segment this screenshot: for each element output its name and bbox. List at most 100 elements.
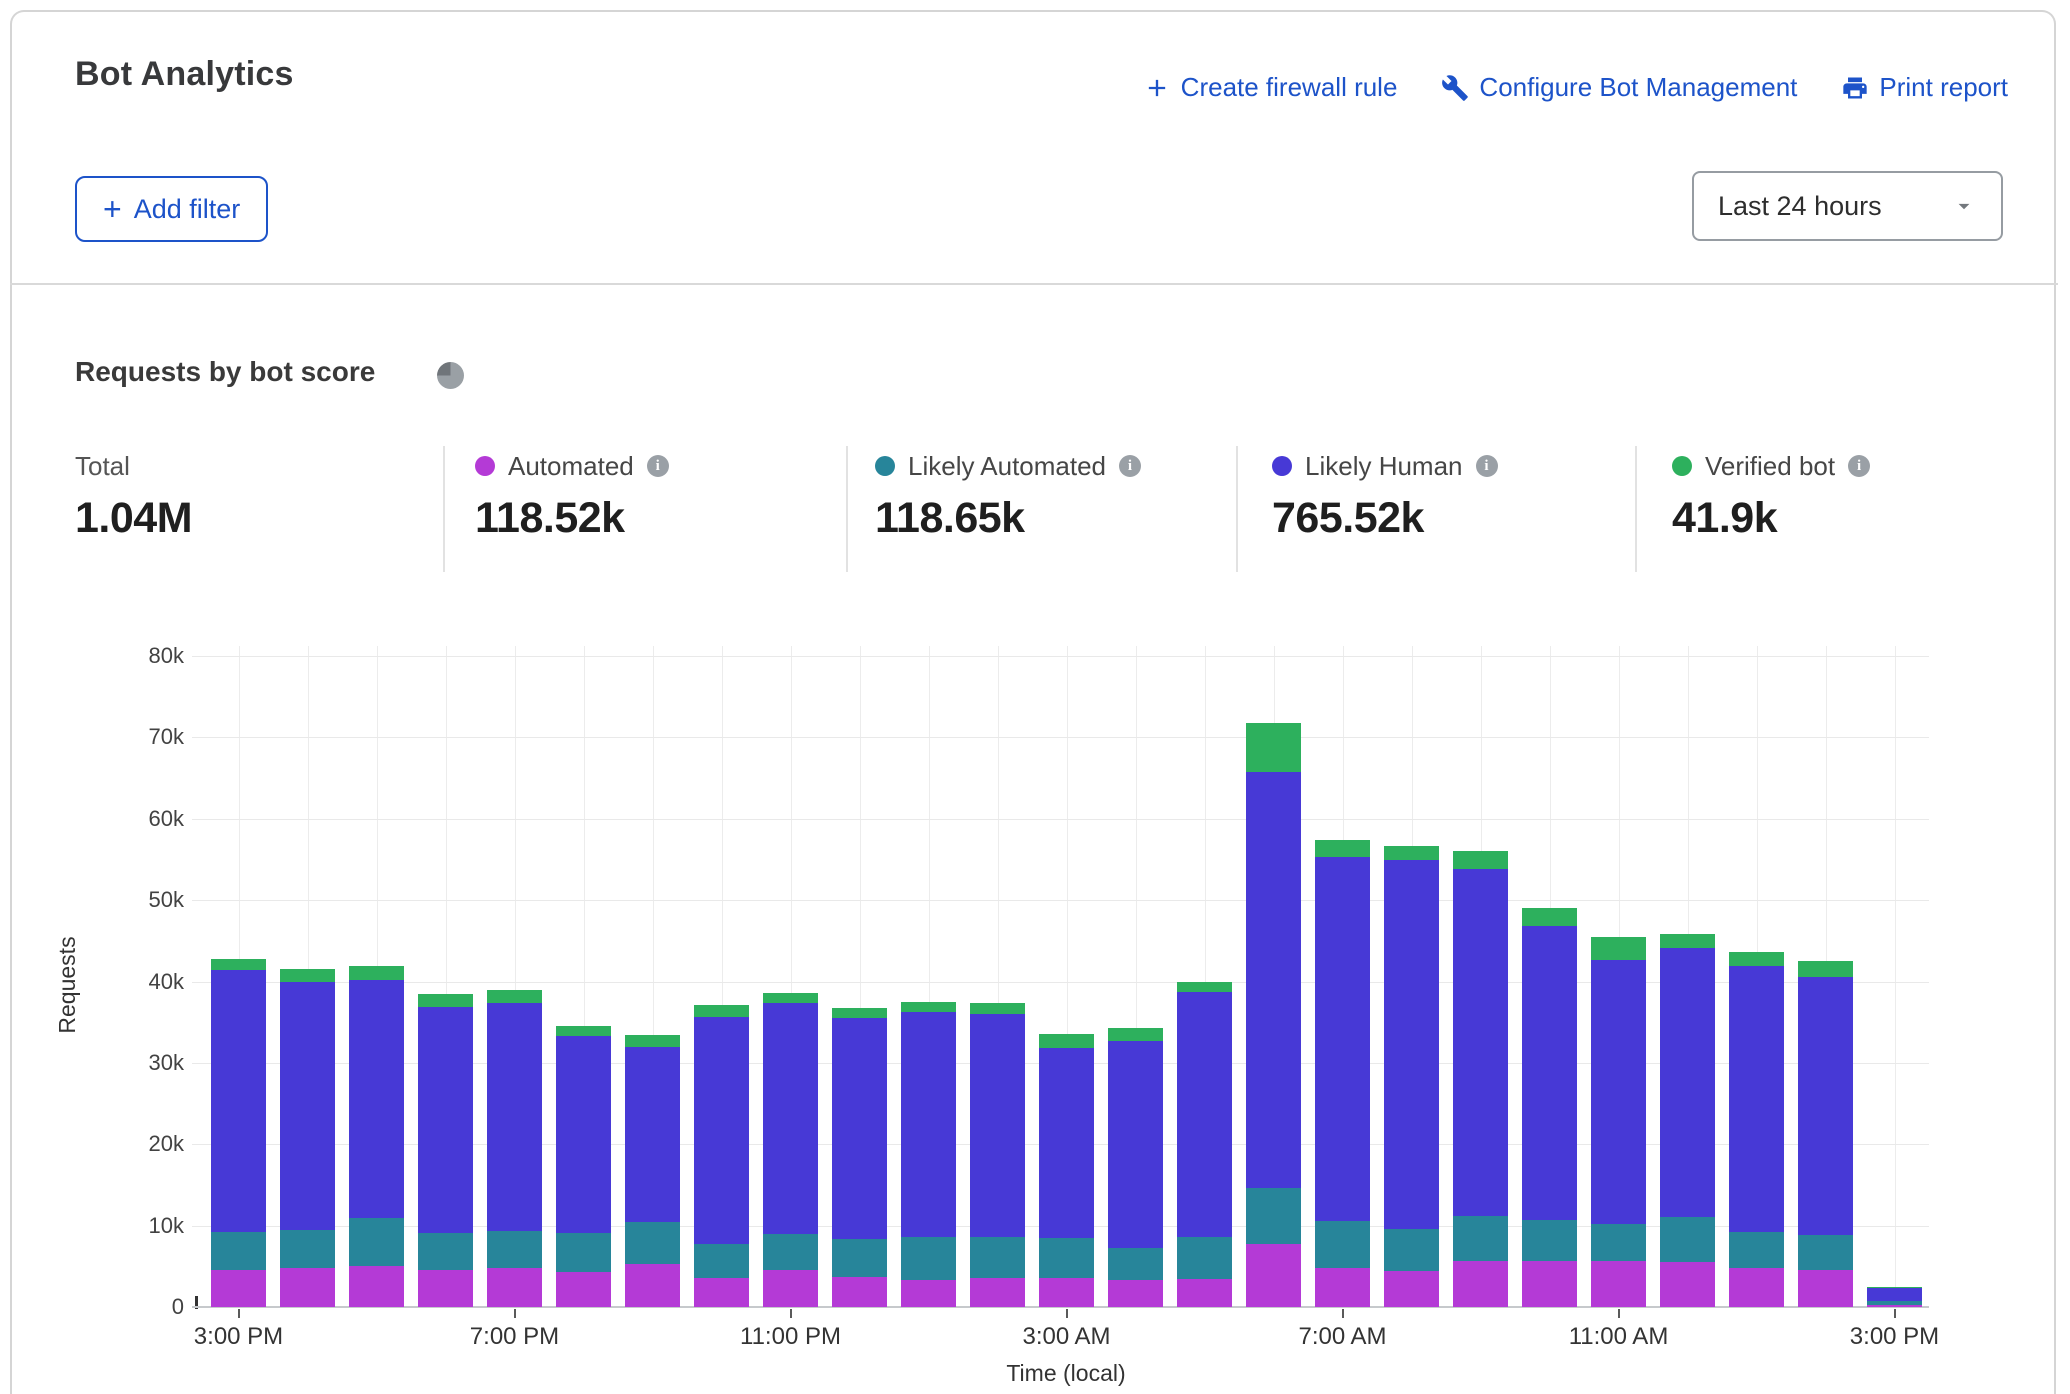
bar-segment-verified-bot bbox=[349, 966, 404, 980]
bar-segment-likely-automated bbox=[832, 1239, 887, 1277]
bar-segment-likely-human bbox=[1798, 977, 1853, 1235]
bar-segment-verified-bot bbox=[1246, 723, 1301, 772]
y-tick-label: 60k bbox=[104, 806, 184, 832]
y-tick-label: 80k bbox=[104, 643, 184, 669]
x-axis-tick bbox=[238, 1309, 240, 1318]
bar-segment-verified-bot bbox=[1591, 937, 1646, 960]
x-tick-label: 3:00 AM bbox=[977, 1323, 1157, 1351]
requests-by-bot-score-chart: 010k20k30k40k50k60k70k80k3:00 PM7:00 PM1… bbox=[204, 656, 1929, 1307]
bar-segment-automated bbox=[349, 1266, 404, 1307]
bar-segment-likely-human bbox=[1177, 992, 1232, 1237]
bar-segment-automated bbox=[763, 1270, 818, 1307]
bar-segment-likely-automated bbox=[763, 1234, 818, 1271]
bar-segment-verified-bot bbox=[1453, 851, 1508, 869]
pie-chart-icon bbox=[437, 362, 464, 389]
info-icon[interactable]: i bbox=[1848, 455, 1870, 477]
bar-segment-verified-bot bbox=[901, 1002, 956, 1012]
bar-segment-likely-human bbox=[763, 1003, 818, 1233]
info-icon[interactable]: i bbox=[647, 455, 669, 477]
bar-segment-verified-bot bbox=[694, 1005, 749, 1017]
bar-segment-likely-automated bbox=[970, 1237, 1025, 1278]
bar-segment-likely-human bbox=[1108, 1041, 1163, 1248]
print-report-link[interactable]: Print report bbox=[1841, 72, 2008, 103]
add-filter-button[interactable]: + Add filter bbox=[75, 176, 268, 242]
y-tick-label: 0 bbox=[104, 1294, 184, 1320]
bar-segment-likely-human bbox=[1039, 1048, 1094, 1238]
stat-verified-bot-value: 41.9k bbox=[1672, 494, 1870, 543]
time-range-dropdown[interactable]: Last 24 hours bbox=[1692, 171, 2003, 241]
x-axis-tick bbox=[1618, 1309, 1620, 1318]
automated-legend-dot bbox=[475, 456, 495, 476]
bar-segment-likely-human bbox=[1729, 966, 1784, 1232]
bar-segment-verified-bot bbox=[1315, 840, 1370, 857]
bar-segment-likely-automated bbox=[1798, 1235, 1853, 1270]
bar-segment-likely-human bbox=[418, 1007, 473, 1233]
stat-verified-bot-label: Verified bot bbox=[1705, 451, 1835, 482]
bar-segment-likely-human bbox=[970, 1014, 1025, 1237]
bar-segment-likely-automated bbox=[625, 1222, 680, 1264]
bar-segment-verified-bot bbox=[1384, 846, 1439, 861]
bar-segment-automated bbox=[1522, 1261, 1577, 1307]
bar-segment-automated bbox=[901, 1280, 956, 1307]
bar-segment-automated bbox=[1315, 1268, 1370, 1307]
bar-segment-verified-bot bbox=[970, 1003, 1025, 1014]
likely-human-legend-dot bbox=[1272, 456, 1292, 476]
verified-bot-legend-dot bbox=[1672, 456, 1692, 476]
bar-segment-likely-automated bbox=[280, 1230, 335, 1268]
bar-segment-automated bbox=[970, 1278, 1025, 1307]
stat-divider bbox=[1236, 446, 1238, 572]
stat-likely-human-label: Likely Human bbox=[1305, 451, 1463, 482]
x-axis-tick bbox=[790, 1309, 792, 1318]
bar-segment-likely-human bbox=[1522, 926, 1577, 1220]
horizontal-gridline bbox=[192, 656, 1929, 657]
bar-segment-automated bbox=[832, 1277, 887, 1307]
stat-total-label: Total bbox=[75, 451, 130, 482]
bar-segment-automated bbox=[1246, 1244, 1301, 1307]
bar-segment-automated bbox=[1177, 1279, 1232, 1307]
y-tick-label: 30k bbox=[104, 1050, 184, 1076]
bar-segment-likely-human bbox=[832, 1018, 887, 1239]
info-icon[interactable]: i bbox=[1119, 455, 1141, 477]
bar-segment-verified-bot bbox=[211, 959, 266, 970]
header-divider bbox=[10, 283, 2058, 285]
bar-segment-automated bbox=[418, 1270, 473, 1307]
time-range-value: Last 24 hours bbox=[1718, 191, 1951, 222]
stat-verified-bot: Verified bot i 41.9k bbox=[1672, 450, 1870, 543]
stat-total: Total 1.04M bbox=[75, 450, 192, 543]
page-title: Bot Analytics bbox=[75, 55, 294, 94]
bar-segment-likely-automated bbox=[1039, 1238, 1094, 1278]
bar-segment-verified-bot bbox=[1039, 1034, 1094, 1049]
add-filter-label: Add filter bbox=[134, 194, 241, 225]
x-axis-tick bbox=[1342, 1309, 1344, 1318]
bar-segment-verified-bot bbox=[832, 1008, 887, 1019]
bar-segment-likely-human bbox=[1660, 948, 1715, 1217]
bar-segment-verified-bot bbox=[1729, 952, 1784, 966]
bar-segment-likely-automated bbox=[1522, 1220, 1577, 1261]
bar-segment-likely-automated bbox=[694, 1244, 749, 1278]
bar-segment-automated bbox=[1453, 1261, 1508, 1307]
x-axis-title: Time (local) bbox=[916, 1360, 1216, 1387]
y-tick-label: 70k bbox=[104, 724, 184, 750]
bar-segment-likely-human bbox=[625, 1047, 680, 1222]
bar-segment-verified-bot bbox=[1522, 908, 1577, 926]
y-axis-title: Requests bbox=[54, 925, 78, 1045]
plus-icon bbox=[1143, 74, 1171, 102]
create-firewall-rule-link[interactable]: Create firewall rule bbox=[1143, 72, 1398, 103]
bar-segment-likely-automated bbox=[211, 1232, 266, 1269]
stat-automated-label: Automated bbox=[508, 451, 634, 482]
x-tick-label: 3:00 PM bbox=[1805, 1323, 1985, 1351]
y-tick-label: 10k bbox=[104, 1213, 184, 1239]
stat-likely-human-value: 765.52k bbox=[1272, 494, 1498, 543]
stat-likely-automated: Likely Automated i 118.65k bbox=[875, 450, 1141, 543]
bar-segment-likely-human bbox=[280, 982, 335, 1229]
info-icon[interactable]: i bbox=[1476, 455, 1498, 477]
bar-segment-automated bbox=[1108, 1280, 1163, 1307]
bar-segment-likely-automated bbox=[1591, 1224, 1646, 1261]
bot-analytics-page: Bot Analytics Create firewall rule Confi… bbox=[0, 0, 2070, 1394]
bar-segment-automated bbox=[1591, 1261, 1646, 1307]
printer-icon bbox=[1841, 74, 1869, 102]
bar-segment-automated bbox=[1384, 1271, 1439, 1307]
bar-segment-likely-automated bbox=[418, 1233, 473, 1270]
configure-bot-management-link[interactable]: Configure Bot Management bbox=[1441, 72, 1797, 103]
bar-segment-likely-automated bbox=[901, 1237, 956, 1280]
